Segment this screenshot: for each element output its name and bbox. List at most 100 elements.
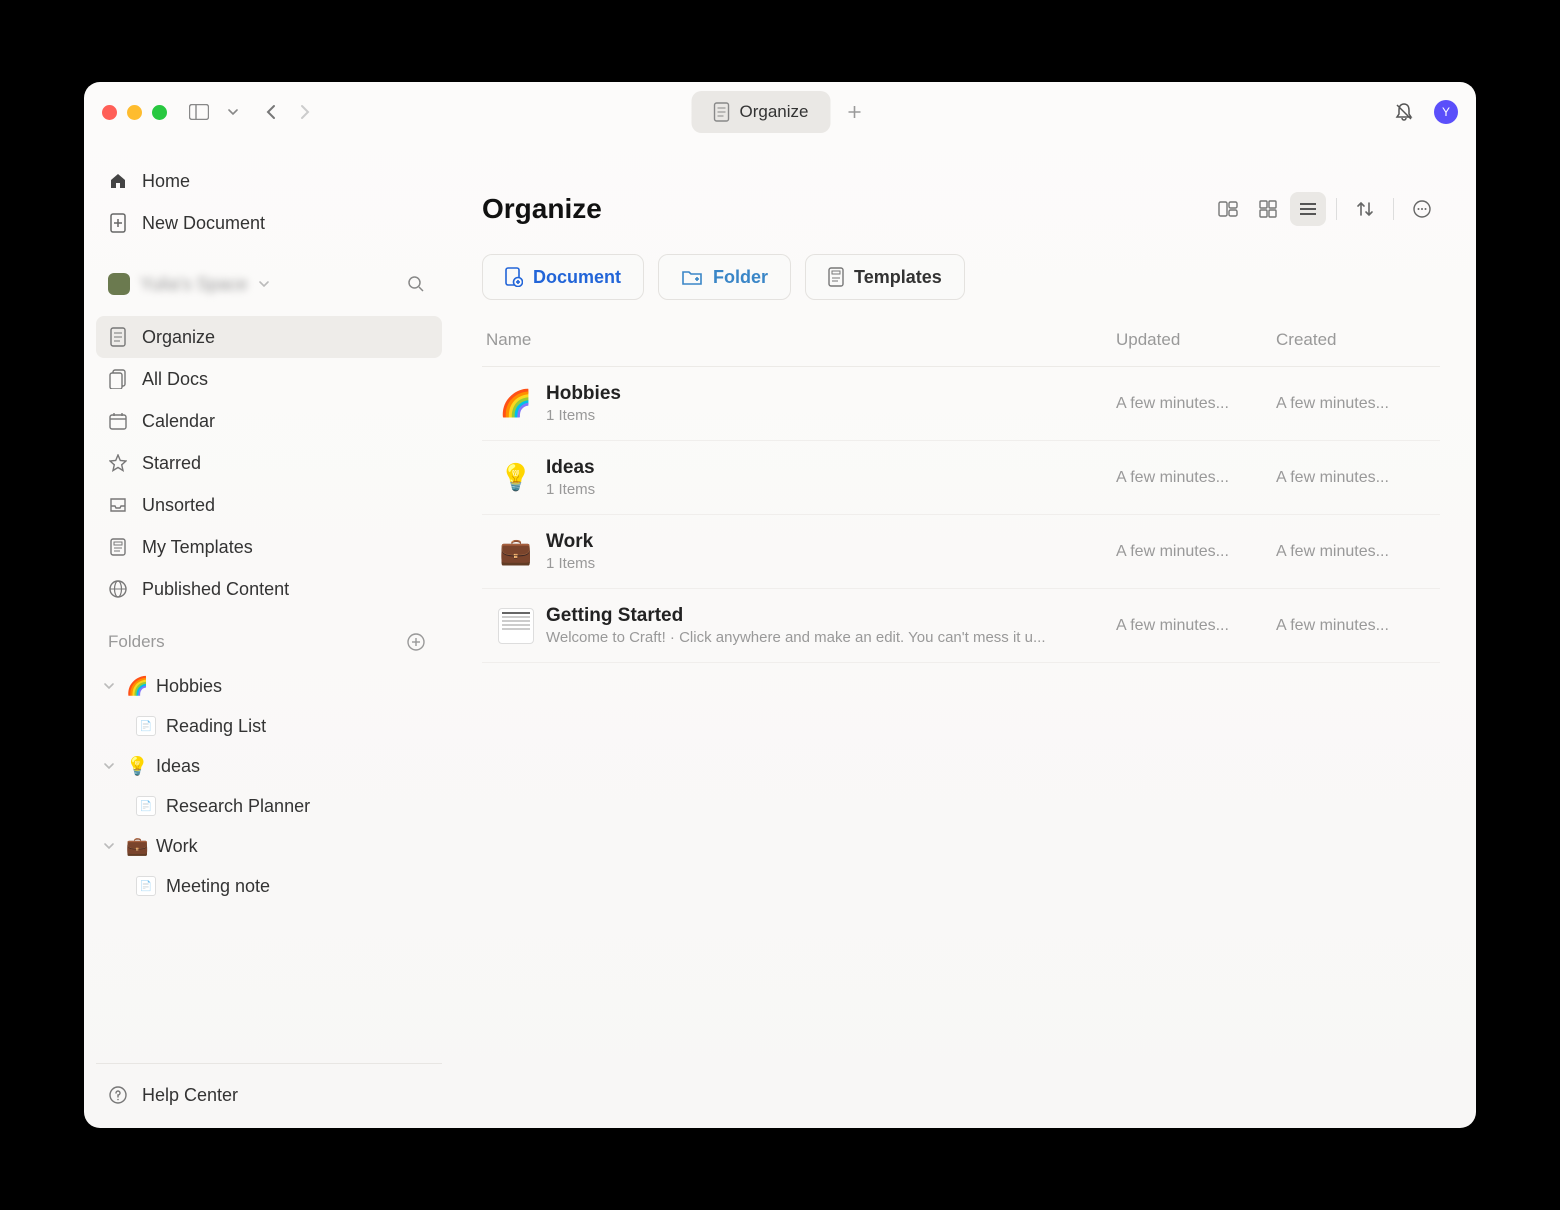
workspace-avatar <box>108 273 130 295</box>
row-subtitle: 1 Items <box>546 407 1066 424</box>
sidebar-home-label: Home <box>142 171 190 192</box>
child-label: Research Planner <box>166 796 310 817</box>
tab-organize[interactable]: Organize <box>692 91 831 133</box>
chevron-down-icon <box>100 681 118 691</box>
folder-tree-child[interactable]: 📄 Research Planner <box>96 786 442 826</box>
view-grid-button[interactable] <box>1250 192 1286 226</box>
folder-emoji: 🌈 <box>126 676 148 697</box>
document-plus-icon <box>505 267 523 287</box>
new-document-chip[interactable]: Document <box>482 254 644 300</box>
sidebar-home[interactable]: Home <box>96 160 442 202</box>
row-emoji: 🌈 <box>500 388 532 419</box>
new-document-icon <box>108 213 128 233</box>
templates-icon <box>108 538 128 556</box>
chevron-down-icon <box>100 761 118 771</box>
all-docs-icon <box>108 369 128 389</box>
row-created: A few minutes... <box>1276 617 1436 635</box>
column-name[interactable]: Name <box>486 330 1116 350</box>
document-thumbnail-icon <box>498 608 534 644</box>
folder-tree-child[interactable]: 📄 Meeting note <box>96 866 442 906</box>
table-row[interactable]: Getting Started Welcome to Craft! · Clic… <box>482 589 1440 663</box>
sidebar-toggle-icon[interactable] <box>185 98 213 126</box>
workspace-selector[interactable]: Yulia's Space <box>96 262 442 306</box>
folder-label: Ideas <box>156 756 200 777</box>
document-icon <box>714 102 730 122</box>
folder-tree-child[interactable]: 📄 Reading List <box>96 706 442 746</box>
sort-button[interactable] <box>1347 192 1383 226</box>
row-emoji: 💼 <box>500 536 532 567</box>
home-icon <box>108 172 128 190</box>
table-row[interactable]: 💼 Work 1 Items A few minutes... A few mi… <box>482 515 1440 589</box>
search-button[interactable] <box>402 270 430 298</box>
column-created[interactable]: Created <box>1276 330 1436 350</box>
sidebar-item-label: My Templates <box>142 537 253 558</box>
sidebar-item-my-templates[interactable]: My Templates <box>96 526 442 568</box>
table-row[interactable]: 🌈 Hobbies 1 Items A few minutes... A few… <box>482 367 1440 441</box>
new-tab-button[interactable] <box>840 98 868 126</box>
sidebar-item-published-content[interactable]: Published Content <box>96 568 442 610</box>
minimize-window-button[interactable] <box>127 105 142 120</box>
workspace-name: Yulia's Space <box>140 274 248 295</box>
row-subtitle: 1 Items <box>546 555 1066 572</box>
folder-label: Hobbies <box>156 676 222 697</box>
row-created: A few minutes... <box>1276 543 1436 561</box>
titlebar: Organize Y <box>84 82 1476 142</box>
row-emoji: 💡 <box>500 462 532 493</box>
row-title: Work <box>546 531 1116 553</box>
help-center-button[interactable]: Help Center <box>96 1074 442 1116</box>
view-cards-button[interactable] <box>1210 192 1246 226</box>
sidebar-item-starred[interactable]: Starred <box>96 442 442 484</box>
sidebar-item-all-docs[interactable]: All Docs <box>96 358 442 400</box>
folder-plus-icon <box>681 268 703 286</box>
nav-back-button[interactable] <box>257 98 285 126</box>
row-subtitle: Welcome to Craft! · Click anywhere and m… <box>546 629 1066 646</box>
notifications-icon[interactable] <box>1390 98 1418 126</box>
column-updated[interactable]: Updated <box>1116 330 1276 350</box>
view-controls <box>1210 192 1440 226</box>
traffic-lights <box>102 105 167 120</box>
page-title: Organize <box>482 193 602 225</box>
sidebar-new-document[interactable]: New Document <box>96 202 442 244</box>
sidebar-dropdown-icon[interactable] <box>219 98 247 126</box>
main-content: Organize Document Fol <box>454 142 1476 1128</box>
sidebar-item-calendar[interactable]: Calendar <box>96 400 442 442</box>
folder-tree-item[interactable]: 💡 Ideas <box>96 746 442 786</box>
new-folder-chip[interactable]: Folder <box>658 254 791 300</box>
app-window: Organize Y Home <box>84 82 1476 1128</box>
help-center-label: Help Center <box>142 1085 238 1106</box>
user-avatar[interactable]: Y <box>1434 100 1458 124</box>
sidebar-item-organize[interactable]: Organize <box>96 316 442 358</box>
row-title: Getting Started <box>546 605 1116 627</box>
document-icon: 📄 <box>136 716 156 736</box>
folder-tree-item[interactable]: 💼 Work <box>96 826 442 866</box>
row-updated: A few minutes... <box>1116 543 1276 561</box>
folders-header: Folders <box>96 624 442 660</box>
folder-emoji: 💡 <box>126 756 148 777</box>
row-title: Ideas <box>546 457 1116 479</box>
sidebar: Home New Document Yulia's Space <box>84 142 454 1128</box>
folder-tree-item[interactable]: 🌈 Hobbies <box>96 666 442 706</box>
row-updated: A few minutes... <box>1116 395 1276 413</box>
view-list-button[interactable] <box>1290 192 1326 226</box>
chip-label: Templates <box>854 267 942 288</box>
organize-icon <box>108 327 128 347</box>
sidebar-item-label: All Docs <box>142 369 208 390</box>
nav-forward-button[interactable] <box>291 98 319 126</box>
sidebar-new-document-label: New Document <box>142 213 265 234</box>
add-folder-button[interactable] <box>402 628 430 656</box>
sidebar-item-label: Unsorted <box>142 495 215 516</box>
folder-label: Work <box>156 836 198 857</box>
child-label: Reading List <box>166 716 266 737</box>
calendar-icon <box>108 412 128 430</box>
close-window-button[interactable] <box>102 105 117 120</box>
sidebar-item-unsorted[interactable]: Unsorted <box>96 484 442 526</box>
table-row[interactable]: 💡 Ideas 1 Items A few minutes... A few m… <box>482 441 1440 515</box>
more-options-button[interactable] <box>1404 192 1440 226</box>
document-icon: 📄 <box>136 796 156 816</box>
templates-chip[interactable]: Templates <box>805 254 965 300</box>
chevron-down-icon <box>258 279 270 289</box>
maximize-window-button[interactable] <box>152 105 167 120</box>
tab-label: Organize <box>740 102 809 122</box>
sidebar-item-label: Calendar <box>142 411 215 432</box>
table-header: Name Updated Created <box>482 330 1440 367</box>
